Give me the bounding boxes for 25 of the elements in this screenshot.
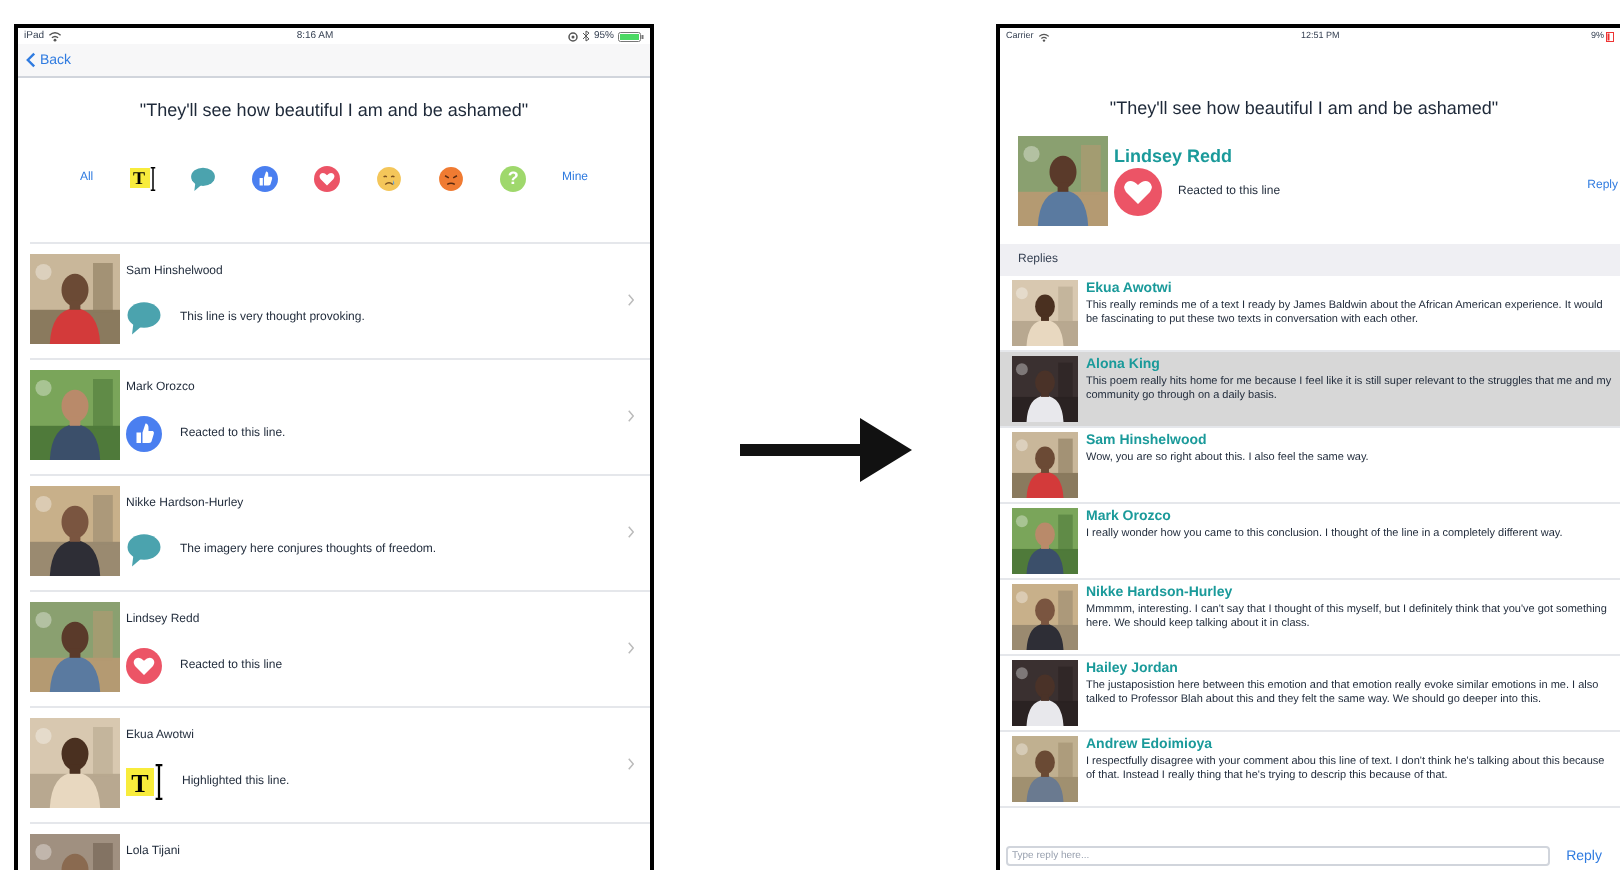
reply-row[interactable]: [1000, 732, 1620, 808]
battery-icon: [617, 31, 644, 41]
chevron-icon[interactable]: [628, 758, 634, 770]
quote-text: "They'll see how beautiful I am and be ashamed": [137, 100, 531, 120]
chevron-icon[interactable]: [628, 642, 634, 654]
speech-bubble-icon: [126, 300, 162, 336]
author-name: Lindsey Redd: [1114, 146, 1235, 166]
rotation-lock-icon: [567, 31, 578, 41]
speech-bubble-icon: [126, 532, 162, 568]
wifi-icon: [48, 30, 63, 42]
quote-text: "They'll see how beautiful I am and be ashamed": [1107, 98, 1501, 118]
chevron-icon[interactable]: [628, 294, 634, 306]
crying-face-icon[interactable]: [376, 165, 403, 191]
wifi-icon: [1037, 31, 1050, 41]
reply-row[interactable]: [1000, 656, 1620, 732]
chevron-icon[interactable]: [628, 526, 634, 538]
battery-icon: [1605, 31, 1614, 41]
bluetooth-icon: [581, 30, 590, 42]
thumbs-up-icon[interactable]: [252, 165, 279, 191]
chevron-icon[interactable]: [628, 410, 634, 422]
back-chevron-icon[interactable]: [26, 52, 36, 68]
thumbs-up-icon: [126, 416, 162, 452]
angry-face-icon[interactable]: [438, 165, 465, 191]
speech-bubble-icon[interactable]: [190, 165, 217, 191]
highlight-icon[interactable]: T: [129, 165, 156, 191]
